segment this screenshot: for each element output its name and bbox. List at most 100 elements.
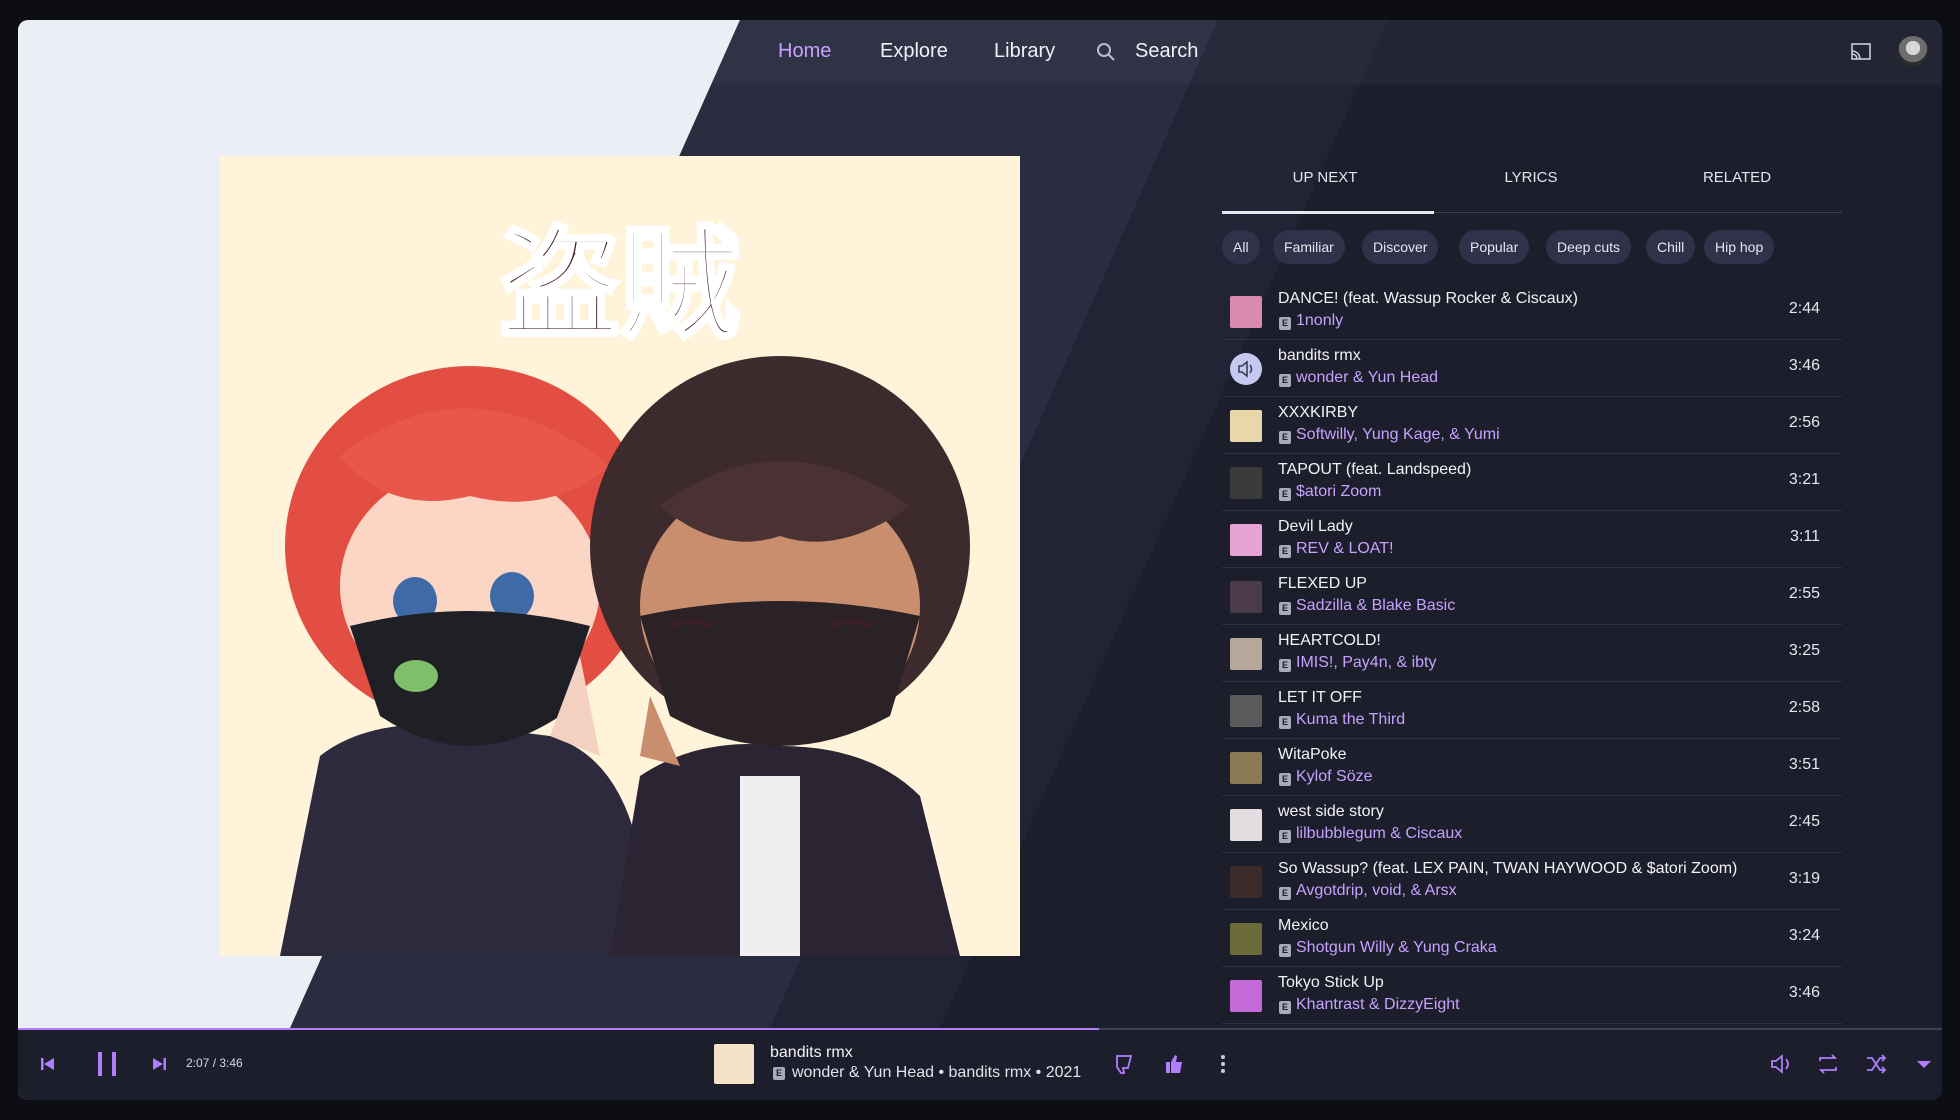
chip-all[interactable]: All [1222,230,1260,264]
like-icon[interactable] [1156,1046,1192,1082]
queue-row[interactable]: So Wassup? (feat. LEX PAIN, TWAN HAYWOOD… [1222,852,1842,910]
queue-track-artist[interactable]: wonder & Yun Head [1296,369,1438,387]
queue-track-duration: 2:58 [1788,699,1820,716]
explicit-badge: E [1279,716,1291,729]
queue-row[interactable]: TAPOUT (feat. Landspeed) E $atori Zoom 3:21 [1222,453,1842,511]
queue-track-artist[interactable]: lilbubblegum & Ciscaux [1296,825,1462,843]
queue-track-artist[interactable]: REV & LOAT! [1296,540,1394,558]
explicit-badge: E [1279,488,1291,501]
queue-row[interactable]: bandits rmx Ewonder & Yun Head 3:46 [1222,339,1842,397]
queue-track-title[interactable]: HEARTCOLD! [1278,632,1381,650]
queue-thumbnail[interactable] [1230,923,1262,955]
chip-popular[interactable]: Popular [1459,230,1530,264]
queue-thumbnail[interactable] [1230,296,1262,328]
nav-home[interactable]: Home [778,40,831,63]
chevron-down-icon[interactable] [1906,1046,1942,1082]
album-illustration: 盗賊 [220,156,1020,956]
queue-track-title[interactable]: FLEXED UP [1278,575,1367,593]
queue-track-duration: 3:46 [1788,357,1820,374]
queue-thumbnail[interactable] [1230,638,1262,670]
now-playing-meta[interactable]: wonder & Yun Head • bandits rmx • 2021 [792,1064,1081,1082]
nav-library[interactable]: Library [994,40,1055,63]
queue-row[interactable]: Tokyo Stick Up E Khantrast & DizzyEight 3:4… [1222,966,1842,1024]
queue-thumbnail[interactable] [1230,524,1262,556]
queue-track-artist[interactable]: Avgotdrip, void, & Arsx [1296,882,1457,900]
queue-row[interactable]: DANCE! (feat. Wassup Rocker & Ciscaux) E 1… [1222,282,1842,340]
queue-track-title[interactable]: DANCE! (feat. Wassup Rocker & Ciscaux) [1278,290,1578,308]
explicit-badge: E [1279,1001,1291,1014]
queue-track-title[interactable]: So Wassup? (feat. LEX PAIN, TWAN HAYWOOD… [1278,860,1737,878]
search-icon[interactable] [1096,42,1116,62]
account-avatar[interactable] [1898,36,1928,66]
now-playing-title[interactable]: bandits rmx [770,1044,853,1062]
queue-track-duration: 3:46 [1788,984,1820,1001]
queue-thumbnail[interactable] [1230,980,1262,1012]
queue-track-title[interactable]: Devil Lady [1278,518,1353,536]
queue-row[interactable]: HEARTCOLD! E IMIS!, Pay4n, & ibty 3:25 [1222,624,1842,682]
next-track-icon[interactable] [141,1046,177,1082]
now-playing-thumbnail[interactable] [714,1044,754,1084]
queue-row[interactable]: Mexico E Shotgun Willy & Yung Craka 3:24 [1222,909,1842,967]
chip-hip-hop[interactable]: Hip hop [1704,230,1775,264]
queue-track-title[interactable]: west side story [1278,803,1384,821]
queue-track-duration: 2:45 [1788,813,1820,830]
playback-time: 2:07 / 3:46 [186,1056,243,1070]
tab-lyrics[interactable]: LYRICS [1428,156,1634,214]
nav-search[interactable]: Search [1135,40,1198,63]
queue-track-artist[interactable]: Sadzilla & Blake Basic [1296,597,1455,615]
queue-row[interactable]: LET IT OFF E Kuma the Third 2:58 [1222,681,1842,739]
queue-thumbnail[interactable] [1230,467,1262,499]
queue-track-title[interactable]: XXXKIRBY [1278,404,1358,422]
queue-row[interactable]: FLEXED UP E Sadzilla & Blake Basic 2:55 [1222,567,1842,625]
queue-row[interactable]: WitaPoke E Kylof Söze 3:51 [1222,738,1842,796]
queue-thumbnail[interactable] [1230,695,1262,727]
queue-thumbnail[interactable] [1230,581,1262,613]
queue-track-artist[interactable]: IMIS!, Pay4n, & ibty [1296,654,1437,672]
explicit-badge: E [1279,602,1291,615]
nav-explore[interactable]: Explore [880,40,948,63]
queue-thumbnail[interactable] [1230,752,1262,784]
queue-track-title[interactable]: LET IT OFF [1278,689,1362,707]
up-next-queue: DANCE! (feat. Wassup Rocker & Ciscaux) E 1… [1222,282,1842,1048]
now-playing-speaker-icon[interactable] [1230,353,1262,385]
chip-deep-cuts[interactable]: Deep cuts [1546,230,1632,264]
queue-track-artist[interactable]: Khantrast & DizzyEight [1296,996,1460,1014]
progress-track[interactable] [18,1028,1942,1030]
queue-track-title[interactable]: bandits rmx [1278,347,1361,365]
repeat-icon[interactable] [1810,1046,1846,1082]
queue-row[interactable]: west side story Elilbubblegum & Ciscaux 2:… [1222,795,1842,853]
queue-thumbnail[interactable] [1230,410,1262,442]
queue-track-title[interactable]: Tokyo Stick Up [1278,974,1384,992]
volume-icon[interactable] [1763,1046,1799,1082]
pause-icon[interactable] [85,1042,129,1086]
chip-familiar[interactable]: Familiar [1273,230,1345,264]
more-options-icon[interactable] [1205,1046,1241,1082]
album-art: 盗賊 [220,156,1020,956]
queue-track-title[interactable]: TAPOUT (feat. Landspeed) [1278,461,1471,479]
queue-thumbnail[interactable] [1230,809,1262,841]
queue-track-title[interactable]: WitaPoke [1278,746,1346,764]
queue-track-title[interactable]: Mexico [1278,917,1329,935]
cast-icon[interactable] [1850,42,1872,62]
dislike-icon[interactable] [1107,1046,1143,1082]
album-title-text: 盗賊 [500,216,740,355]
queue-track-artist[interactable]: 1nonly [1296,312,1343,330]
queue-track-artist[interactable]: $atori Zoom [1296,483,1381,501]
tab-active-indicator [1222,211,1434,214]
chip-chill[interactable]: Chill [1646,230,1696,264]
previous-track-icon[interactable] [30,1046,66,1082]
queue-track-artist[interactable]: Softwilly, Yung Kage, & Yumi [1296,426,1500,444]
tab-up-next[interactable]: UP NEXT [1222,156,1428,214]
queue-row[interactable]: XXXKIRBY E Softwilly, Yung Kage, & Yumi 2:5… [1222,396,1842,454]
shuffle-icon[interactable] [1858,1046,1894,1082]
app-window: Home Explore Library Search 盗賊 UP NEXT L… [18,20,1942,1100]
chip-discover[interactable]: Discover [1362,230,1439,264]
queue-row[interactable]: Devil Lady E REV & LOAT! 3:11 [1222,510,1842,568]
tab-related[interactable]: RELATED [1634,156,1840,214]
queue-track-duration: 3:19 [1788,870,1820,887]
queue-track-artist[interactable]: Shotgun Willy & Yung Craka [1296,939,1497,957]
queue-tabs: UP NEXT LYRICS RELATED [1222,156,1842,216]
queue-thumbnail[interactable] [1230,866,1262,898]
queue-track-artist[interactable]: Kylof Söze [1296,768,1372,786]
queue-track-artist[interactable]: Kuma the Third [1296,711,1405,729]
